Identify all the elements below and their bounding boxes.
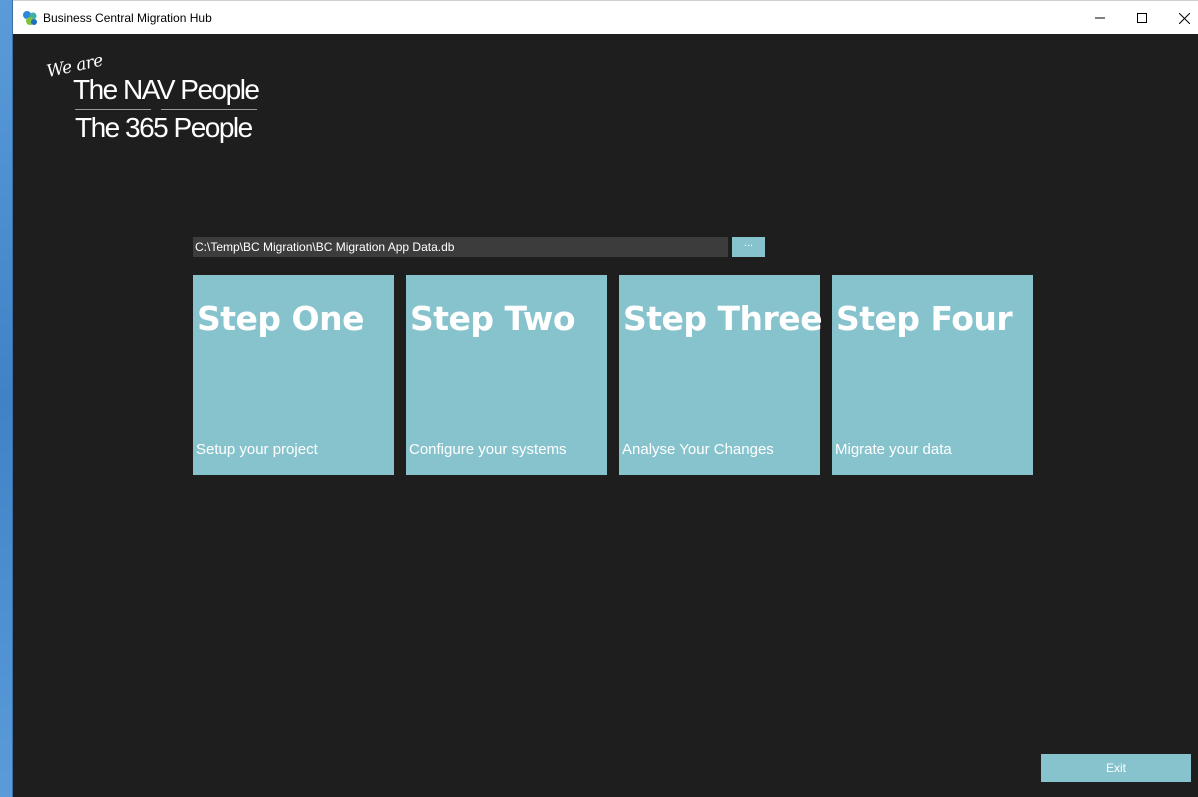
maximize-icon [1137, 13, 1147, 23]
logo-divider-right [161, 109, 257, 110]
app-window: Business Central Migration Hub We are Th… [12, 0, 1198, 797]
step-four-tile[interactable]: Step Four Migrate your data [832, 275, 1033, 475]
browse-button[interactable]: ... [732, 237, 765, 257]
logo-divider-left [75, 109, 151, 110]
company-logo: We are The NAV People The 365 People [45, 51, 269, 150]
step-title: Step One [197, 299, 364, 338]
window-title: Business Central Migration Hub [43, 11, 212, 25]
title-bar: Business Central Migration Hub [13, 0, 1198, 34]
step-title: Step Two [410, 299, 576, 338]
app-logo-icon [21, 9, 39, 27]
minimize-button[interactable] [1079, 1, 1121, 35]
database-path-input[interactable] [193, 237, 728, 257]
logo-365-people: The 365 People [75, 112, 253, 143]
logo-nav-people: The NAV People [73, 74, 260, 105]
step-subtitle: Analyse Your Changes [622, 441, 774, 458]
close-icon [1178, 12, 1190, 24]
step-two-tile[interactable]: Step Two Configure your systems [406, 275, 607, 475]
step-subtitle: Configure your systems [409, 441, 567, 458]
main-content: We are The NAV People The 365 People ...… [13, 34, 1198, 797]
maximize-button[interactable] [1121, 1, 1163, 35]
step-subtitle: Setup your project [196, 441, 318, 458]
step-subtitle: Migrate your data [835, 441, 952, 458]
step-one-tile[interactable]: Step One Setup your project [193, 275, 394, 475]
step-three-tile[interactable]: Step Three Analyse Your Changes [619, 275, 823, 475]
minimize-icon [1095, 13, 1105, 23]
close-button[interactable] [1163, 1, 1198, 35]
step-title: Step Four [836, 299, 1013, 338]
exit-button[interactable]: Exit [1041, 754, 1191, 782]
step-title: Step Three [623, 299, 823, 338]
desktop-background [0, 0, 12, 797]
